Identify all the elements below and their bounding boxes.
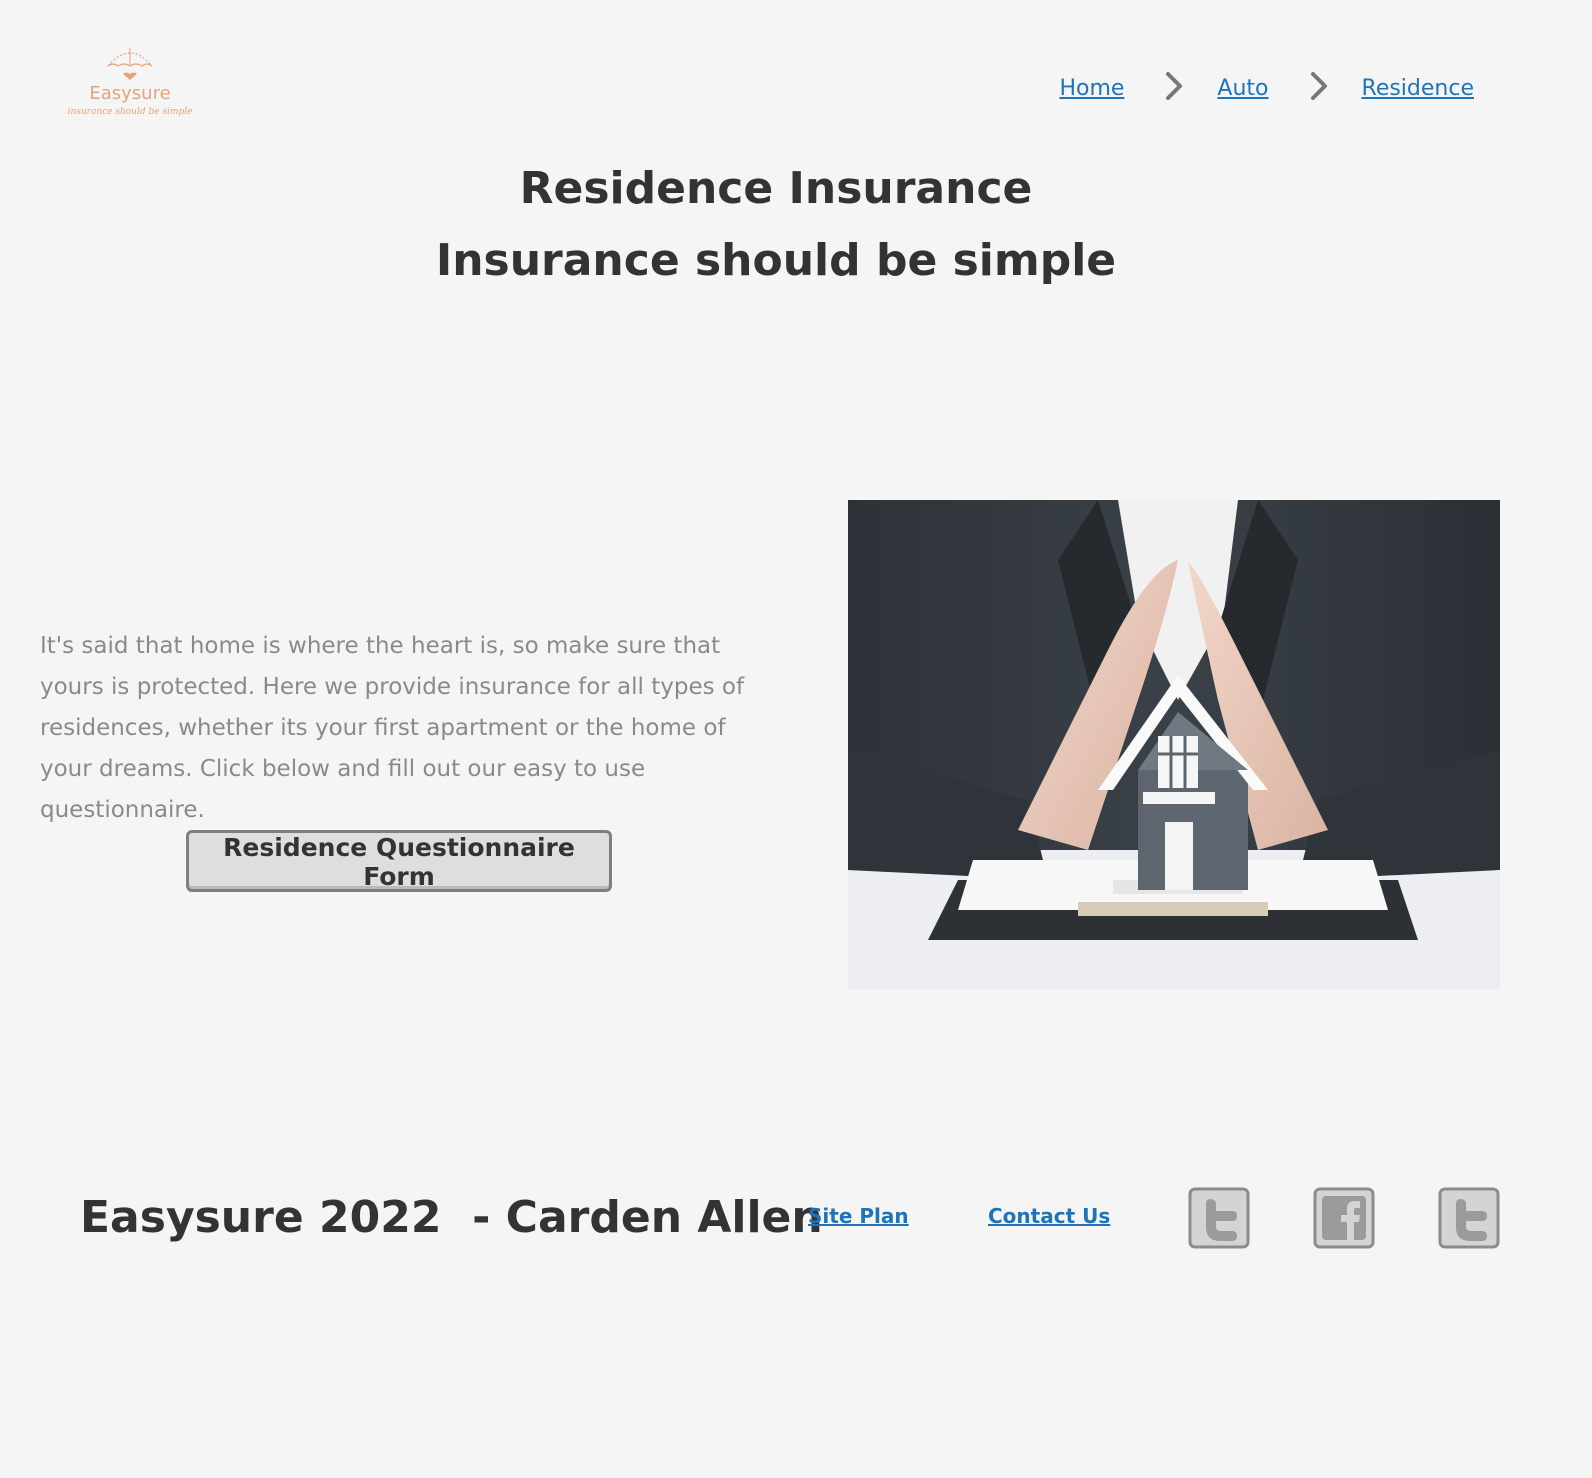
hands-protecting-house-photo xyxy=(848,500,1500,990)
breadcrumb-home[interactable]: Home xyxy=(1059,76,1124,101)
twitter-icon[interactable] xyxy=(1188,1187,1250,1249)
breadcrumb-residence[interactable]: Residence xyxy=(1362,76,1474,101)
chevron-right-icon xyxy=(1154,71,1194,106)
umbrella-icon xyxy=(107,48,153,80)
contact-us-link[interactable]: Contact Us xyxy=(988,1204,1110,1228)
breadcrumb-auto[interactable]: Auto xyxy=(1217,76,1268,101)
footer-copyright: Easysure 2022 - Carden Allen xyxy=(80,1192,823,1243)
brand-tagline: insurance should be simple xyxy=(67,107,193,117)
brand-name: Easysure xyxy=(89,83,171,104)
brand-logo[interactable]: Easysure insurance should be simple xyxy=(58,44,202,132)
hero: Residence Insurance Insurance should be … xyxy=(0,160,1552,290)
intro-paragraph: It's said that home is where the heart i… xyxy=(40,633,745,823)
chevron-right-icon xyxy=(1299,71,1339,106)
facebook-icon[interactable] xyxy=(1313,1187,1375,1249)
questionnaire-button[interactable]: Residence Questionnaire Form xyxy=(186,830,612,892)
site-plan-link[interactable]: Site Plan xyxy=(808,1204,909,1228)
breadcrumb: Home Auto Residence xyxy=(1059,70,1474,106)
page-subtitle: Insurance should be simple xyxy=(435,235,1117,286)
page-title: Residence Insurance xyxy=(519,163,1033,214)
twitter-icon[interactable] xyxy=(1438,1187,1500,1249)
